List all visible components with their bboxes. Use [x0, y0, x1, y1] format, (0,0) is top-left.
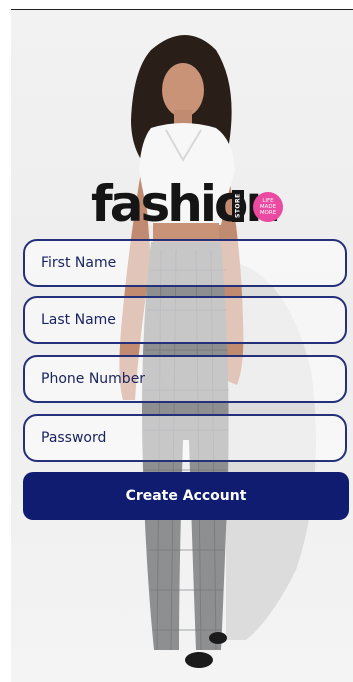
logo-store-tag: STORE [232, 190, 244, 222]
logo-wordmark: fashion [91, 175, 281, 233]
last-name-placeholder: Last Name [41, 312, 116, 328]
phone-number-field[interactable]: Phone Number [23, 355, 347, 403]
create-account-button[interactable]: Create Account [23, 472, 349, 520]
password-placeholder: Password [41, 430, 107, 446]
create-account-label: Create Account [125, 488, 247, 504]
signup-screen: fashion STORE LIFE MADE MORE First Name … [11, 10, 353, 682]
background-model-photo [119, 35, 316, 668]
password-field[interactable]: Password [23, 414, 347, 462]
last-name-field[interactable]: Last Name [23, 296, 347, 344]
first-name-field[interactable]: First Name [23, 239, 347, 287]
phone-number-placeholder: Phone Number [41, 371, 146, 387]
life-made-more-badge: LIFE MADE MORE [253, 192, 283, 222]
first-name-placeholder: First Name [41, 255, 117, 271]
badge-line: MORE [259, 210, 277, 216]
